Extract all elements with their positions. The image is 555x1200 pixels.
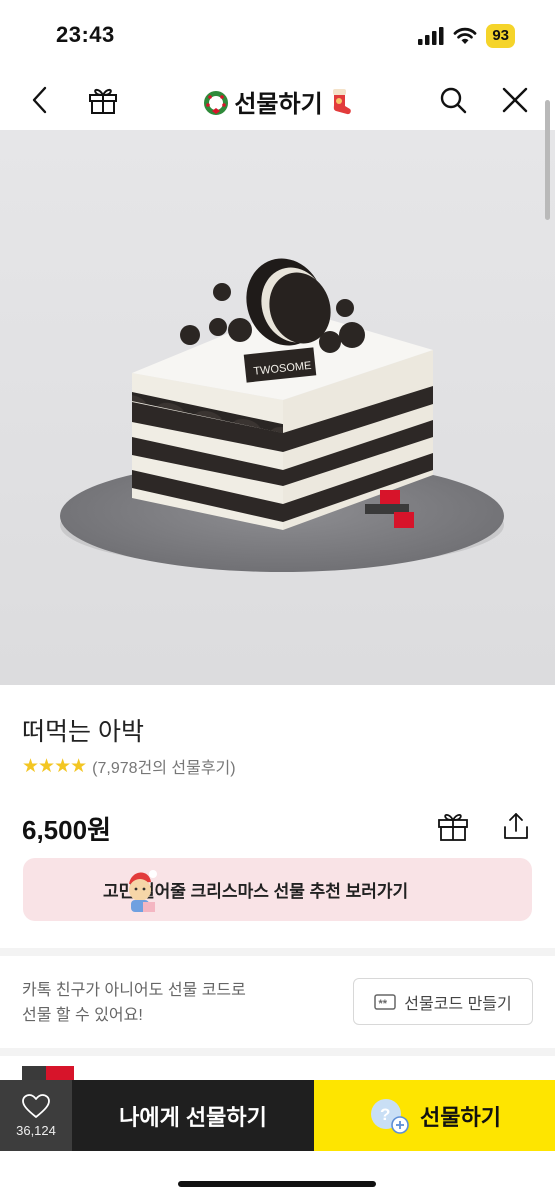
- share-icon: [504, 813, 528, 839]
- wreath-icon: [204, 90, 229, 115]
- brand-logo-peek: [22, 1066, 74, 1080]
- bottom-action-bar: 36,124 나에게 선물하기 ? 선물하기: [0, 1080, 555, 1151]
- rating-row[interactable]: ★★★★ (7,978건의 선물후기): [22, 754, 236, 778]
- coupon-icon-text: **: [379, 998, 388, 1010]
- section-divider: [0, 948, 555, 956]
- scrollbar[interactable]: [545, 100, 550, 220]
- search-button[interactable]: [432, 79, 474, 121]
- share-button[interactable]: [496, 806, 536, 846]
- character-icon: [129, 870, 157, 912]
- gift-button[interactable]: ? 선물하기: [314, 1080, 555, 1151]
- search-icon: [440, 87, 467, 114]
- review-count[interactable]: (7,978건의 선물후기): [92, 754, 235, 778]
- home-indicator[interactable]: [178, 1181, 376, 1187]
- signal-icon: [418, 27, 444, 45]
- nav-title-text: 선물하기: [234, 91, 323, 118]
- status-time: 23:43: [56, 22, 115, 47]
- gift-code-button-label: 선물코드 만들기: [404, 995, 512, 1013]
- nav-bar: 선물하기: [0, 70, 555, 130]
- stocking-icon: [332, 88, 351, 114]
- like-count: 36,124: [16, 1122, 56, 1138]
- christmas-banner[interactable]: 고민 덜어줄 크리스마스 선물 추천 보러가기: [23, 858, 532, 921]
- status-bar: 23:43 93: [0, 0, 555, 70]
- battery-indicator: 93: [486, 24, 515, 48]
- gift-code-button[interactable]: ** 선물코드 만들기: [353, 978, 533, 1025]
- status-icons: 93: [418, 24, 515, 48]
- gift-code-desc-line2: 선물 할 수 있어요!: [22, 1007, 143, 1024]
- close-button[interactable]: [494, 79, 536, 121]
- section-divider: [0, 1048, 555, 1056]
- heart-icon: [22, 1093, 50, 1118]
- product-name: 떠먹는 아박: [22, 718, 144, 746]
- wifi-icon: [453, 27, 477, 44]
- gift-button-label: 선물하기: [420, 1104, 501, 1130]
- close-icon: [502, 87, 528, 113]
- product-image[interactable]: TWOSOME: [0, 130, 555, 685]
- gift-friend-icon-text: ?: [380, 1105, 390, 1124]
- gift-friend-icon: ?: [371, 1098, 409, 1134]
- gift-code-description: 카톡 친구가 아니어도 선물 코드로 선물 할 수 있어요!: [22, 978, 322, 1028]
- like-button[interactable]: 36,124: [0, 1080, 72, 1151]
- gift-wrap-button[interactable]: [433, 806, 473, 846]
- cake-illustration: TWOSOME: [60, 258, 504, 572]
- gift-code-desc-line1: 카톡 친구가 아니어도 선물 코드로: [22, 982, 246, 999]
- home-indicator-area: [0, 1151, 555, 1200]
- gift-icon: [438, 813, 468, 841]
- product-price: 6,500원: [22, 815, 111, 845]
- self-gift-button[interactable]: 나에게 선물하기: [72, 1080, 314, 1151]
- rating-stars: ★★★★: [22, 755, 87, 777]
- coupon-icon: **: [374, 993, 396, 1010]
